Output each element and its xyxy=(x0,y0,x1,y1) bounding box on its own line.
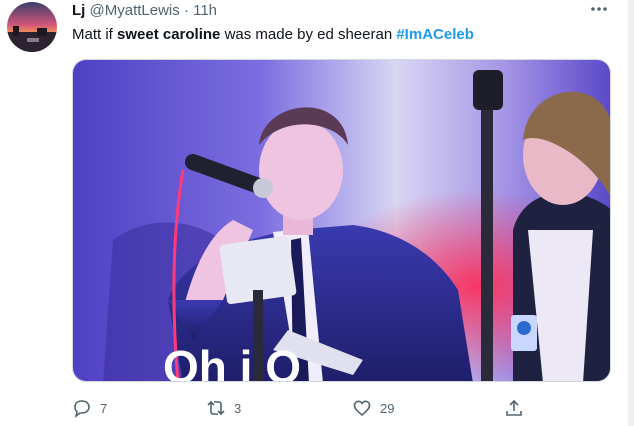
media-photo: Oh i O xyxy=(73,60,610,382)
separator: · xyxy=(183,2,189,19)
scrollbar[interactable] xyxy=(628,0,634,426)
share-icon xyxy=(506,399,522,416)
tweet-text: Matt if sweet caroline was made by ed sh… xyxy=(72,26,474,44)
retweet-icon xyxy=(207,400,225,416)
avatar-image xyxy=(7,2,57,52)
share-button[interactable] xyxy=(504,396,524,420)
retweet-count: 3 xyxy=(234,400,242,416)
avatar[interactable] xyxy=(7,2,57,52)
hashtag-link[interactable]: #ImACeleb xyxy=(396,26,474,43)
retweet-button[interactable]: 3 xyxy=(206,396,241,420)
display-name[interactable]: Lj xyxy=(72,2,85,19)
tweet-actions: 7 3 29 xyxy=(72,396,612,420)
tweet-text-part2: was made by ed sheeran xyxy=(220,26,397,43)
tweet-media[interactable]: Oh i O xyxy=(72,59,611,382)
timestamp[interactable]: 11h xyxy=(193,2,217,19)
more-options-button[interactable] xyxy=(590,0,608,18)
more-horizontal-icon xyxy=(591,7,607,11)
handle[interactable]: @MyattLewis xyxy=(90,2,180,19)
tweet-header: Lj @MyattLewis · 11h xyxy=(72,2,217,20)
media-caption: Oh i O xyxy=(163,341,301,382)
like-count: 29 xyxy=(380,400,395,416)
reply-count: 7 xyxy=(100,400,108,416)
tweet-text-bold: sweet caroline xyxy=(117,26,221,43)
reply-button[interactable]: 7 xyxy=(72,396,107,420)
heart-icon xyxy=(353,400,371,417)
like-button[interactable]: 29 xyxy=(352,396,394,420)
tweet-text-part1: Matt if xyxy=(72,26,118,43)
reply-icon xyxy=(74,400,90,418)
